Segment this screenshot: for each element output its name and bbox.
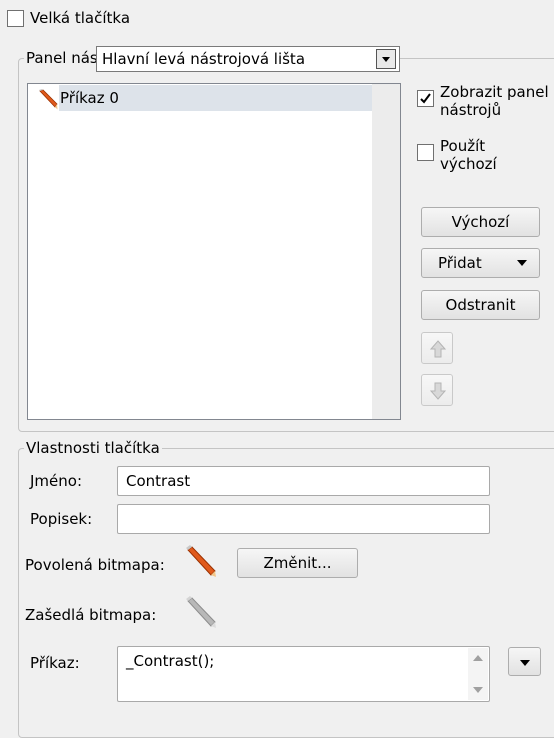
- big-buttons-checkbox[interactable]: [7, 10, 24, 27]
- add-button[interactable]: Přidat: [421, 248, 540, 278]
- pencil-icon: [39, 89, 58, 110]
- enabled-bitmap-label: Povolená bitmapa:: [25, 556, 165, 574]
- pencil-disabled-icon: [186, 596, 216, 628]
- command-scrollbar[interactable]: [468, 648, 488, 700]
- command-label: Příkaz:: [30, 654, 80, 672]
- use-default-label-line1: Použít: [440, 137, 486, 155]
- big-buttons-label: Velká tlačítka: [30, 9, 131, 27]
- show-toolbar-label: Zobrazit panel nástrojů: [440, 83, 549, 119]
- show-toolbar-checkbox[interactable]: [417, 90, 434, 107]
- remove-button[interactable]: Odstranit: [421, 290, 540, 320]
- list-item-label: Příkaz 0: [60, 89, 119, 107]
- show-toolbar-label-line1: Zobrazit panel: [440, 83, 549, 101]
- toolbar-select-arrow[interactable]: [376, 49, 396, 69]
- move-up-button[interactable]: [421, 332, 453, 364]
- command-menu-button[interactable]: [508, 647, 541, 676]
- pencil-icon: [186, 545, 216, 577]
- caption-input[interactable]: [117, 504, 490, 534]
- toolbar-panel-legend: Panel nás: [24, 49, 100, 67]
- caption-label: Popisek:: [30, 510, 93, 528]
- name-label: Jméno:: [30, 472, 83, 490]
- checkmark-icon: [420, 93, 431, 104]
- name-input[interactable]: Contrast: [117, 466, 490, 496]
- chevron-down-icon: [520, 660, 530, 666]
- scroll-down-icon: [473, 687, 483, 693]
- list-scrollbar[interactable]: [372, 84, 400, 419]
- change-bitmap-button[interactable]: Změnit...: [237, 548, 358, 578]
- chevron-down-icon: [517, 260, 527, 266]
- show-toolbar-label-line2: nástrojů: [440, 101, 502, 119]
- list-item[interactable]: Příkaz 0: [29, 85, 372, 112]
- toolbar-select[interactable]: Hlavní levá nástrojová lišta: [96, 46, 400, 72]
- default-button[interactable]: Výchozí: [421, 207, 540, 237]
- move-down-button[interactable]: [421, 374, 453, 406]
- use-default-checkbox[interactable]: [417, 144, 434, 161]
- button-properties-legend: Vlastnosti tlačítka: [24, 439, 162, 457]
- use-default-label-line2: výchozí: [440, 155, 497, 173]
- arrow-up-icon: [429, 340, 447, 358]
- scroll-up-icon: [473, 655, 483, 661]
- toolbar-select-value: Hlavní levá nástrojová lišta: [102, 50, 306, 68]
- command-textarea[interactable]: _Contrast();: [117, 646, 490, 702]
- command-value: _Contrast();: [126, 652, 215, 670]
- disabled-bitmap-label: Zašedlá bitmapa:: [25, 606, 157, 624]
- use-default-label: Použít výchozí: [440, 137, 497, 173]
- chevron-down-icon: [382, 57, 390, 62]
- arrow-down-icon: [429, 382, 447, 400]
- add-button-label: Přidat: [438, 254, 482, 272]
- toolbar-items-list[interactable]: Příkaz 0: [27, 83, 401, 420]
